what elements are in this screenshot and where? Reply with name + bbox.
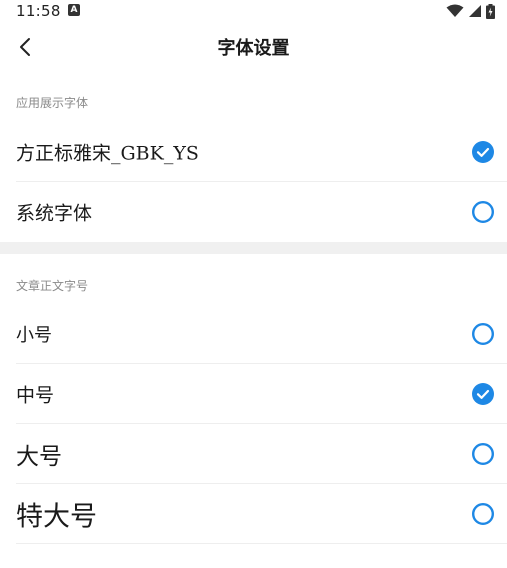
wifi-icon (446, 4, 464, 17)
notification-icon: A (68, 4, 80, 16)
cell-signal-icon (469, 5, 481, 17)
option-label: 方正标雅宋_GBK_YS (16, 142, 199, 165)
status-time: 11:58 (16, 2, 61, 20)
section-divider (0, 242, 507, 254)
radio-checked-icon[interactable] (472, 383, 494, 405)
radio-checked-icon[interactable] (472, 141, 494, 163)
divider (16, 543, 507, 544)
section-header-text-size: 文章正文字号 (16, 279, 89, 293)
status-bar: 11:58 A (0, 0, 507, 22)
option-label: 系统字体 (16, 202, 93, 225)
battery-icon (486, 3, 495, 19)
radio-unchecked-icon[interactable] (472, 201, 494, 223)
radio-unchecked-icon[interactable] (472, 443, 494, 465)
nav-bar: 字体设置 (0, 22, 507, 72)
size-option-medium[interactable]: 中号 (0, 364, 507, 424)
size-option-extra-large[interactable]: 特大号 (0, 484, 507, 544)
status-icons (446, 3, 495, 19)
section-header-display-font: 应用展示字体 (16, 96, 89, 110)
option-label: 特大号 (16, 501, 97, 533)
radio-unchecked-icon[interactable] (472, 503, 494, 525)
option-label: 小号 (16, 325, 52, 346)
font-option-system[interactable]: 系统字体 (0, 182, 507, 242)
size-option-small[interactable]: 小号 (0, 304, 507, 364)
radio-unchecked-icon[interactable] (472, 323, 494, 345)
page-title: 字体设置 (217, 38, 290, 59)
option-label: 中号 (16, 384, 55, 407)
option-label: 大号 (16, 444, 62, 470)
size-option-large[interactable]: 大号 (0, 424, 507, 484)
font-option-fangzheng[interactable]: 方正标雅宋_GBK_YS (0, 122, 507, 182)
